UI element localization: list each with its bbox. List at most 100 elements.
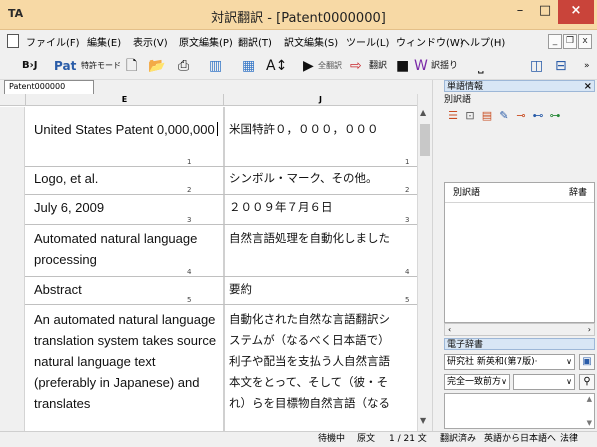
status-translated: 翻訳済み [440,434,477,444]
panel-splitter[interactable] [432,80,442,431]
line-gutter [0,107,25,431]
scroll-right-icon[interactable]: › [588,324,591,335]
translate-all-button[interactable]: 全翻訳 [318,56,342,76]
dictionary-search-input[interactable]: ∨ [513,374,575,390]
alternatives-list-header: 別訳語 辞書 [445,183,594,203]
segment-number: 4 [187,268,192,276]
mark-icon[interactable]: ⊸ [514,109,528,123]
target-text[interactable]: シンボル・マーク、その他。 [229,168,415,189]
bilingual-editor[interactable]: United States Patent 0,000,000 米国特許０，０００… [0,107,417,431]
menu-translate[interactable]: 翻訳(T) [238,34,272,49]
scroll-up-icon[interactable]: ▲ [587,395,592,403]
target-text[interactable]: 自然言語処理を自動化しました [229,228,415,249]
mdi-restore-button[interactable]: ❐ [563,34,577,49]
menu-edit[interactable]: 編集(E) [87,34,121,49]
segment-number: 2 [187,186,192,194]
segment-number: 1 [405,158,410,166]
menu-view[interactable]: 表示(V) [133,34,168,49]
editor-scrollbar[interactable]: ▲ ▼ [417,94,432,431]
column-divider[interactable] [223,107,225,431]
pat-button[interactable]: Pat [54,56,76,76]
chevron-down-icon: ∨ [566,357,572,366]
space-icon[interactable]: ⎵ [478,56,484,76]
document-icon[interactable] [7,34,19,48]
scroll-thumb[interactable] [420,124,430,156]
bj-direction-button[interactable]: B›J [22,56,37,76]
menu-file[interactable]: ファイル(F) [26,34,80,49]
dictionary-results[interactable]: ▲ ▼ [444,393,595,429]
dictionary-icon[interactable]: ▤ [480,109,494,123]
target-text[interactable]: ２００９年７月６日 [229,197,415,218]
alternatives-list[interactable]: 別訳語 辞書 [444,182,595,323]
menu-tools[interactable]: ツール(L) [346,34,389,49]
match-mode-select[interactable]: 完全一致前方 ∨ [444,374,510,390]
translate-button[interactable]: 翻訳 [369,56,387,76]
target-text[interactable]: 要約 [229,279,415,300]
segment-separator [25,194,417,195]
word-tools: ☰ ⊡ ▤ ✎ ⊸ ⊷ ⊶ [444,109,595,125]
link-icon[interactable]: ⊷ [531,109,545,123]
row-layout-icon[interactable]: ▦ [242,56,255,76]
binoculars-icon[interactable]: ⚲ [579,374,595,390]
minimize-button[interactable]: – [508,0,532,24]
toolbar-overflow-icon[interactable]: » [584,56,590,76]
target-text[interactable]: 自動化された自然な言語翻訳シ ステムが（なるべく日本語で） 利子や配当を支払う人… [229,309,415,414]
edit-icon[interactable]: ✎ [497,109,511,123]
scroll-down-icon[interactable]: ▼ [587,419,592,427]
source-text[interactable]: Automated natural language processing [34,228,220,270]
close-icon[interactable]: × [584,81,592,93]
alternatives-button[interactable]: 訳揺り [431,56,458,76]
new-document-icon[interactable]: 🗋 [126,56,137,76]
source-text[interactable]: July 6, 2009 [34,197,220,218]
scroll-left-icon[interactable]: ‹ [448,324,451,335]
list-col-alternative[interactable]: 別訳語 [453,183,480,203]
list-col-dictionary[interactable]: 辞書 [569,183,587,203]
status-direction: 英語から日本語へ [484,434,557,444]
segment-separator [25,304,417,305]
mdi-close-button[interactable]: x [578,34,592,49]
scroll-up-icon[interactable]: ▲ [420,108,426,117]
source-text[interactable]: United States Patent 0,000,000 [34,119,220,140]
play-icon[interactable]: ▶ [303,56,314,76]
segment-number: 3 [405,216,410,224]
column-layout-icon[interactable]: ▥ [209,56,222,76]
status-state: 待機中 [318,434,346,444]
register-icon[interactable]: ☰ [446,109,460,123]
list-hscrollbar[interactable]: ‹ › [444,323,595,336]
menu-window[interactable]: ウィンドウ(W) [396,34,464,49]
maximize-button[interactable]: □ [533,0,557,24]
stop-icon[interactable]: ■ [396,56,409,76]
column-header-english[interactable]: E [25,94,223,106]
dictionary-select[interactable]: 研究社 新英和(第7版)· ∨ [444,354,575,370]
menu-target-edit[interactable]: 訳文編集(S) [284,34,338,49]
tab-patent[interactable]: Patent000000 [4,80,94,94]
split-vertical-icon[interactable]: ◫ [530,56,543,76]
split-horizontal-icon[interactable]: ⊟ [555,56,567,76]
status-position: 1 / 21 文 [389,434,427,444]
mdi-minimize-button[interactable]: _ [548,34,562,49]
chevron-down-icon: ∨ [501,377,507,386]
source-text[interactable]: An automated natural language translatio… [34,309,220,414]
close-button[interactable]: × [558,0,594,24]
source-text[interactable]: Abstract [34,279,220,300]
menu-bar: ファイル(F) 編集(E) 表示(V) 原文編集(P) 翻訳(T) 訳文編集(S… [0,30,597,52]
column-header-japanese[interactable]: J [223,94,417,106]
scroll-down-icon[interactable]: ▼ [420,416,426,425]
segment-number: 4 [405,268,410,276]
apply-icon[interactable]: ⊶ [548,109,562,123]
lookup-icon[interactable]: ⊡ [463,109,477,123]
dictionary-book-icon[interactable]: ▣ [579,354,595,370]
open-folder-icon[interactable]: 📂 [148,56,165,76]
status-field: 原文 [357,434,376,444]
translate-icon[interactable]: ⇨ [350,56,362,76]
font-size-icon[interactable]: A↕ [266,56,287,76]
word-info-panel: 単語情報 × 別訳語 ☰ ⊡ ▤ ✎ ⊸ ⊷ ⊶ 別訳語 辞書 ‹ › 電子辞書… [442,80,597,431]
alternatives-icon[interactable]: W [414,56,428,76]
document-tab-bar: Patent000000 [0,80,441,94]
patent-mode-label[interactable]: 特許モード [81,56,121,76]
source-text[interactable]: Logo, et al. [34,168,220,189]
menu-help[interactable]: ヘルプ(H) [460,34,505,49]
target-text[interactable]: 米国特許０，０００，０００ [229,119,415,140]
menu-source-edit[interactable]: 原文編集(P) [179,34,233,49]
print-icon[interactable]: ⎙ [178,56,189,76]
